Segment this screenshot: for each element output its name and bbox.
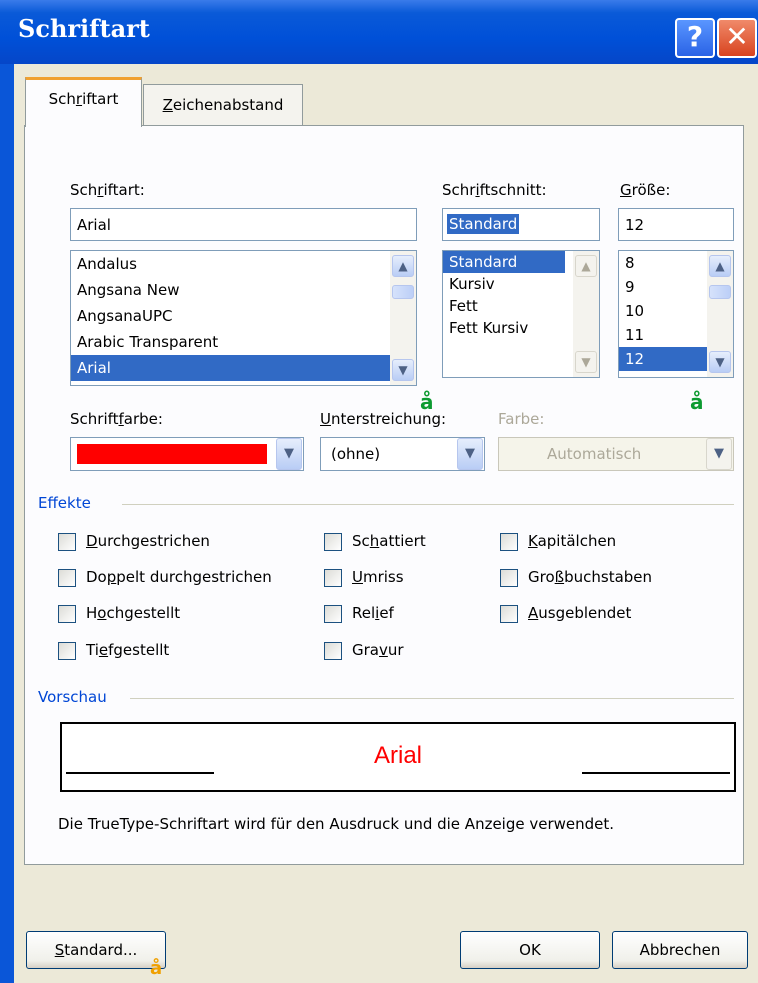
underline-color-label: Farbe: bbox=[498, 410, 545, 428]
effects-heading: Effekte bbox=[38, 494, 91, 512]
scroll-down-icon[interactable]: ▼ bbox=[575, 351, 597, 373]
preview-sample: Arial bbox=[373, 742, 422, 769]
underline-label: Unterstreichung: bbox=[320, 410, 447, 428]
font-color-select[interactable]: ▼ bbox=[70, 437, 304, 471]
scroll-down-icon[interactable]: ▼ bbox=[392, 359, 414, 381]
scroll-up-icon[interactable]: ▲ bbox=[575, 255, 597, 277]
style-input[interactable]: Standard bbox=[442, 208, 600, 241]
chevron-down-icon[interactable]: ▼ bbox=[276, 438, 302, 470]
font-input-value: Arial bbox=[77, 216, 111, 234]
scroll-up-icon[interactable]: ▲ bbox=[392, 255, 414, 277]
style-list-scrollbar[interactable]: ▲ ▼ bbox=[573, 251, 599, 377]
tab-zeichenabstand[interactable]: Zeichenabstand bbox=[143, 84, 303, 126]
tab-label: Zeichenabstand bbox=[162, 96, 284, 114]
preview-divider bbox=[130, 698, 734, 699]
color-swatch bbox=[77, 444, 267, 464]
preview-baseline-right bbox=[582, 772, 730, 774]
standard-button[interactable]: Standard... bbox=[26, 931, 166, 969]
tab-schriftart[interactable]: Schriftart bbox=[25, 77, 142, 127]
scroll-thumb[interactable] bbox=[709, 285, 731, 299]
scroll-thumb[interactable] bbox=[392, 285, 414, 299]
underline-select[interactable]: (ohne) ▼ bbox=[320, 437, 485, 471]
font-label: Schriftart: bbox=[70, 181, 145, 199]
style-list-item-selected[interactable]: Standard bbox=[443, 251, 565, 273]
chevron-down-icon[interactable]: ▼ bbox=[457, 438, 483, 470]
help-button[interactable]: ? bbox=[675, 18, 715, 58]
font-list-scrollbar[interactable]: ▲ ▼ bbox=[390, 251, 416, 385]
preview-baseline-left bbox=[66, 772, 214, 774]
size-list[interactable]: 8 9 10 11 12 ▲ ▼ bbox=[618, 250, 734, 378]
style-label: Schriftschnitt: bbox=[442, 181, 547, 199]
cancel-button[interactable]: Abbrechen bbox=[612, 931, 748, 969]
window-border bbox=[0, 64, 14, 983]
preview-heading: Vorschau bbox=[38, 688, 107, 706]
title-bar[interactable]: Schriftart ? ✕ bbox=[0, 0, 758, 64]
font-input[interactable]: Arial bbox=[70, 208, 417, 241]
size-list-scrollbar[interactable]: ▲ ▼ bbox=[707, 251, 733, 377]
marker-glyph: å bbox=[690, 390, 704, 414]
font-list-item[interactable]: Andalus bbox=[71, 251, 416, 277]
scroll-up-icon[interactable]: ▲ bbox=[709, 255, 731, 277]
preview-description: Die TrueType-Schriftart wird für den Aus… bbox=[58, 815, 615, 833]
scroll-down-icon[interactable]: ▼ bbox=[709, 351, 731, 373]
font-list-item-selected[interactable]: Arial bbox=[71, 355, 390, 381]
underline-value: (ohne) bbox=[331, 445, 381, 463]
tab-label: Schriftart bbox=[48, 90, 119, 108]
font-color-label: Schriftfarbe: bbox=[70, 410, 163, 428]
font-list-item[interactable]: AngsanaUPC bbox=[71, 303, 416, 329]
preview-box: Arial bbox=[60, 722, 736, 792]
marker-glyph: å bbox=[150, 958, 163, 979]
close-button[interactable]: ✕ bbox=[717, 18, 757, 58]
underline-color-value: Automatisch bbox=[547, 445, 642, 463]
font-list[interactable]: Andalus Angsana New AngsanaUPC Arabic Tr… bbox=[70, 250, 417, 386]
style-input-value: Standard bbox=[447, 214, 520, 234]
dialog-title: Schriftart bbox=[18, 14, 150, 43]
underline-color-select: Automatisch ▼ bbox=[498, 437, 734, 471]
size-input[interactable]: 12 bbox=[618, 208, 734, 241]
style-list[interactable]: Standard Kursiv Fett Fett Kursiv ▲ ▼ bbox=[442, 250, 600, 378]
size-label: Größe: bbox=[620, 181, 671, 199]
font-list-item[interactable]: Angsana New bbox=[71, 277, 416, 303]
ok-button[interactable]: OK bbox=[460, 931, 600, 969]
size-list-item-selected[interactable]: 12 bbox=[619, 347, 707, 371]
size-input-value: 12 bbox=[625, 216, 645, 234]
effects-divider bbox=[122, 504, 734, 505]
font-list-item[interactable]: Arabic Transparent bbox=[71, 329, 416, 355]
chevron-down-icon: ▼ bbox=[706, 438, 732, 470]
